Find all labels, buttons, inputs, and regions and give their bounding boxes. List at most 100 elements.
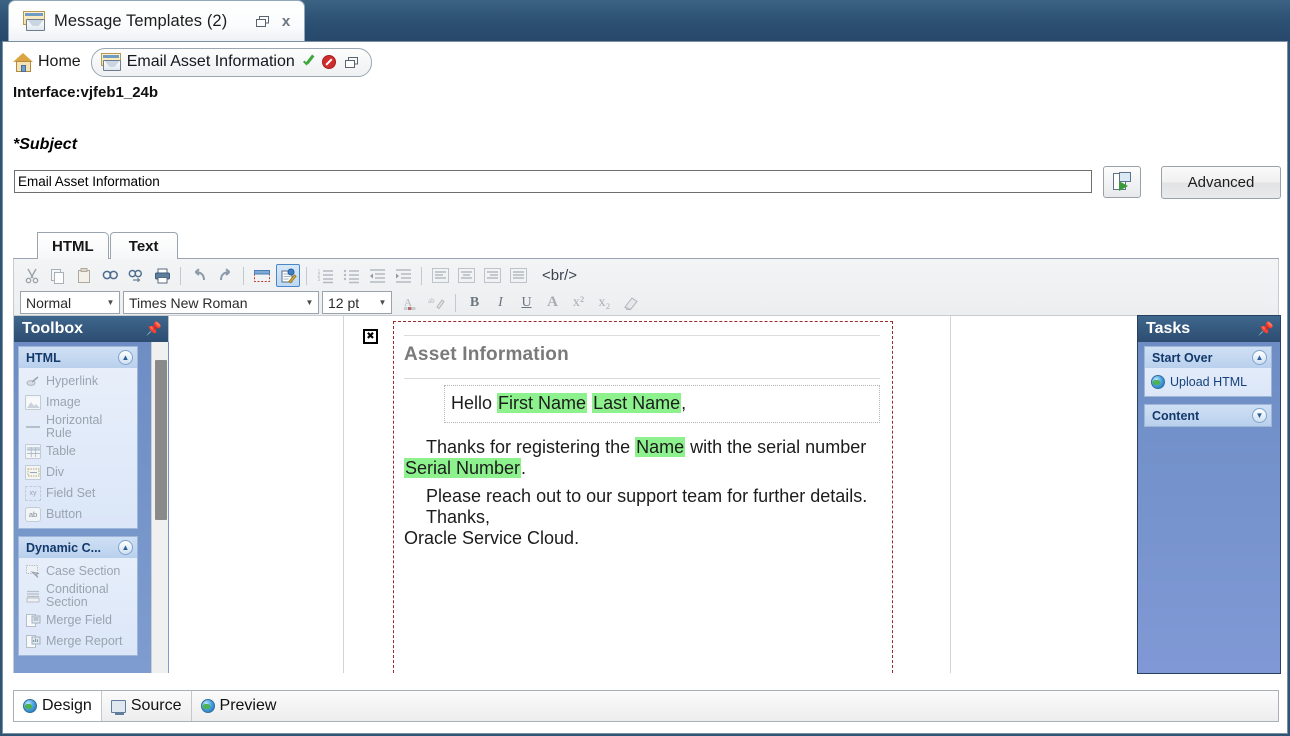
paste-icon[interactable] — [72, 264, 96, 287]
task-upload-html[interactable]: Upload HTML — [1145, 371, 1271, 393]
chevron-up-icon[interactable]: ▲ — [1252, 350, 1267, 365]
toolbox-item-horizontal-rule[interactable]: Horizontal Rule — [19, 413, 137, 441]
show-borders-icon[interactable] — [250, 264, 274, 287]
pin-icon[interactable]: 📌 — [146, 321, 162, 337]
bold-button[interactable]: B — [463, 292, 486, 314]
tasks-panel: Tasks 📌 Start Over ▲ — [1137, 315, 1281, 674]
task-upload-html-label: Upload HTML — [1170, 375, 1247, 389]
toolbox-scrollbar[interactable] — [151, 342, 168, 673]
merge-field-name[interactable]: Name — [635, 437, 685, 457]
print-icon[interactable] — [150, 264, 174, 287]
breadcrumb-document-tab[interactable]: Email Asset Information — [91, 48, 372, 77]
toolbox-item-image[interactable]: Image — [19, 392, 137, 413]
font-family-select[interactable]: Times New Roman ▼ — [123, 291, 319, 314]
tab-source[interactable]: Source — [102, 691, 192, 721]
thanks-part-3: . — [521, 458, 526, 478]
horizontal-rule-icon — [25, 420, 41, 435]
paragraph-style-value: Normal — [26, 295, 104, 311]
red-deny-icon[interactable] — [322, 55, 336, 69]
find-next-icon[interactable] — [124, 264, 148, 287]
underline-button[interactable]: U — [515, 292, 538, 314]
paragraph-style-select[interactable]: Normal ▼ — [20, 291, 120, 314]
toolbox-group-dynamic-header[interactable]: Dynamic C... ▲ — [19, 537, 137, 558]
toolbar-separator — [455, 294, 456, 312]
font-color-icon[interactable]: A — [399, 292, 422, 314]
close-window-button[interactable]: x — [276, 11, 296, 31]
toolbox-item-label: Merge Field — [46, 614, 112, 627]
chevron-down-icon[interactable]: ▼ — [1252, 408, 1267, 423]
toolbox-scrollbar-thumb[interactable] — [155, 360, 167, 520]
subscript-button[interactable]: x₂ — [593, 292, 616, 314]
paragraph-thanks[interactable]: Thanks for registering the Name with the… — [404, 437, 880, 479]
paragraph-support[interactable]: Please reach out to our support team for… — [404, 486, 880, 507]
br-tag-button[interactable]: <br/> — [542, 267, 577, 284]
unordered-list-icon[interactable] — [339, 264, 363, 287]
outdent-icon[interactable] — [365, 264, 389, 287]
merge-field-serial-number[interactable]: Serial Number — [404, 458, 521, 478]
toolbox-item-table[interactable]: Table — [19, 441, 137, 462]
merge-field-first-name[interactable]: First Name — [497, 393, 587, 413]
cut-icon[interactable] — [20, 264, 44, 287]
restore-document-button[interactable] — [342, 52, 362, 72]
editor-tabs: HTML Text — [13, 232, 178, 259]
window-tab-message-templates[interactable]: Message Templates (2) x — [8, 0, 305, 41]
document-divider-mid — [404, 378, 880, 379]
toolbox-item-field-set[interactable]: xy Field Set — [19, 483, 137, 504]
merge-field-last-name[interactable]: Last Name — [592, 393, 681, 413]
font-size-select[interactable]: 12 pt ▼ — [322, 291, 392, 314]
image-icon — [25, 395, 41, 410]
document-body[interactable]: Asset Information Hello First Name Last … — [393, 321, 893, 673]
tab-design[interactable]: Design — [14, 691, 102, 721]
tab-text[interactable]: Text — [110, 232, 178, 259]
toolbox-item-button[interactable]: ab Button — [19, 504, 137, 525]
breadcrumb-home[interactable]: Home — [13, 53, 81, 72]
align-right-icon[interactable] — [480, 264, 504, 287]
merge-report-icon — [25, 634, 41, 649]
chevron-up-icon[interactable]: ▲ — [118, 350, 133, 365]
align-center-icon[interactable] — [454, 264, 478, 287]
italic-button[interactable]: I — [489, 292, 512, 314]
justify-icon[interactable] — [506, 264, 530, 287]
toolbox-group-html-header[interactable]: HTML ▲ — [19, 347, 137, 368]
chevron-up-icon[interactable]: ▲ — [118, 540, 133, 555]
toolbox-item-hyperlink[interactable]: Hyperlink — [19, 371, 137, 392]
text-style-button[interactable]: A — [541, 292, 564, 314]
div-icon — [25, 465, 41, 480]
toolbox-item-merge-field[interactable]: Merge Field — [19, 610, 137, 631]
tab-html[interactable]: HTML — [37, 232, 109, 259]
advanced-button[interactable]: Advanced — [1161, 166, 1281, 199]
tasks-group-content-header[interactable]: Content ▼ — [1145, 405, 1271, 426]
toolbox-item-merge-report[interactable]: Merge Report — [19, 631, 137, 652]
editor-canvas[interactable]: ✖ Asset Information Hello First Name Las… — [169, 316, 1261, 673]
thanks-part-2: with the serial number — [685, 437, 866, 457]
tasks-group-start-over-header[interactable]: Start Over ▲ — [1145, 347, 1271, 368]
ordered-list-icon[interactable]: 123 — [313, 264, 337, 287]
subject-input[interactable] — [14, 170, 1092, 193]
toolbox-item-div[interactable]: Div — [19, 462, 137, 483]
toolbox-item-case-section[interactable]: Case Section — [19, 561, 137, 582]
redo-icon[interactable] — [213, 264, 237, 287]
message-template-icon — [23, 11, 45, 31]
sign-off-line-1[interactable]: Thanks, — [404, 507, 880, 528]
undo-icon[interactable] — [187, 264, 211, 287]
editor-body: Toolbox 📌 HTML ▲ — [13, 316, 1279, 673]
subject-label: *Subject — [13, 136, 77, 154]
chevron-down-icon: ▼ — [104, 298, 117, 307]
indent-icon[interactable] — [391, 264, 415, 287]
clear-formatting-button[interactable] — [619, 292, 642, 314]
tab-preview[interactable]: Preview — [192, 691, 286, 721]
insert-merge-field-button[interactable] — [1103, 166, 1141, 198]
toolbox-item-conditional-section[interactable]: Conditional Section — [19, 582, 137, 610]
align-left-icon[interactable] — [428, 264, 452, 287]
superscript-button[interactable]: x² — [567, 292, 590, 314]
highlight-color-icon[interactable]: ab — [425, 292, 448, 314]
pin-icon[interactable]: 📌 — [1258, 321, 1274, 337]
selection-handle-icon[interactable]: ✖ — [363, 329, 378, 344]
greeting-block[interactable]: Hello First Name Last Name, — [444, 385, 880, 423]
tab-source-label: Source — [131, 697, 182, 715]
edit-source-icon[interactable] — [276, 264, 300, 287]
find-icon[interactable] — [98, 264, 122, 287]
restore-window-button[interactable] — [252, 11, 272, 31]
copy-icon[interactable] — [46, 264, 70, 287]
sign-off-line-2[interactable]: Oracle Service Cloud. — [404, 528, 880, 549]
